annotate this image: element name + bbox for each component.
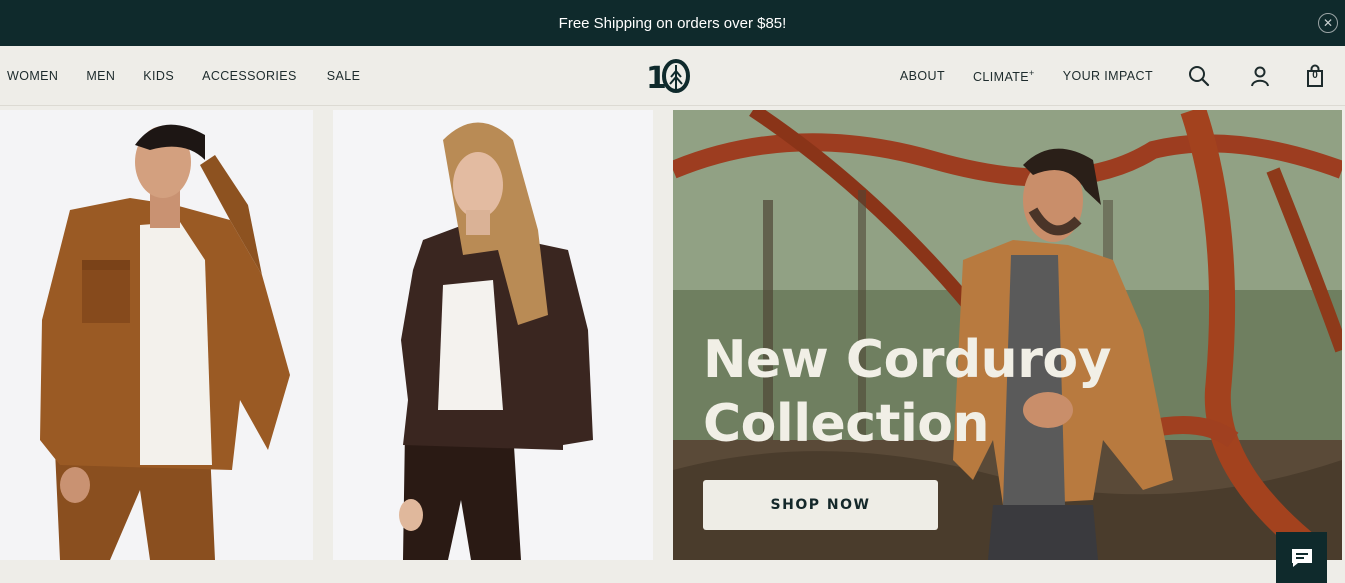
primary-nav: WOMEN MEN KIDS ACCESSORIES SALE [7, 46, 388, 106]
nav-climate-label: CLIMATE [972, 70, 1030, 85]
nav-accessories[interactable]: ACCESSORIES [202, 69, 297, 83]
nav-your-impact[interactable]: YOUR IMPACT [1063, 69, 1153, 83]
product-image-women-corduroy[interactable] [333, 110, 653, 560]
model-photo [40, 124, 290, 560]
nav-sale[interactable]: SALE [327, 69, 361, 83]
account-icon[interactable] [1248, 64, 1272, 88]
tree-logo-icon: 1 [646, 59, 690, 93]
nav-about[interactable]: ABOUT [900, 69, 945, 83]
cart-count: 0 [1312, 70, 1318, 81]
model-photo [399, 122, 593, 560]
chat-icon [1291, 548, 1312, 567]
announcement-bar: Free Shipping on orders over $85! ✕ [0, 0, 1345, 46]
cart-icon[interactable]: 0 [1303, 64, 1327, 88]
product-image-men-corduroy[interactable] [0, 110, 313, 560]
brand-logo[interactable]: 1 [646, 58, 690, 94]
site-header: WOMEN MEN KIDS ACCESSORIES SALE 1 ABOUT … [0, 46, 1345, 106]
close-icon[interactable]: ✕ [1318, 13, 1338, 33]
nav-kids[interactable]: KIDS [143, 69, 174, 83]
nav-women[interactable]: WOMEN [7, 69, 58, 83]
hero-title-line-2: Collection [703, 394, 990, 454]
nav-climate[interactable]: CLIMATE+ [973, 68, 1035, 84]
secondary-nav: ABOUT CLIMATE+ YOUR IMPACT [872, 46, 1153, 106]
nav-climate-plus: + [1029, 67, 1035, 78]
chat-button[interactable] [1276, 532, 1327, 583]
shop-now-button[interactable]: SHOP NOW [703, 480, 938, 530]
hero-banner[interactable]: New Corduroy Collection SHOP NOW [673, 110, 1342, 560]
hero-title: New Corduroy Collection [703, 328, 1123, 456]
search-icon[interactable] [1187, 64, 1211, 88]
nav-men[interactable]: MEN [86, 69, 115, 83]
hero-title-line-1: New Corduroy [703, 330, 1111, 390]
announcement-text: Free Shipping on orders over $85! [558, 14, 787, 32]
